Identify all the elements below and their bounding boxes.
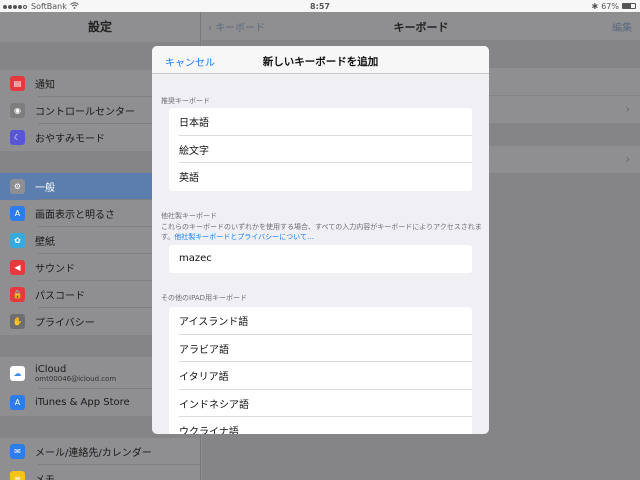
status-bar: SoftBank 8:57 ✱ 67% <box>0 0 640 12</box>
notifications-icon: ▤ <box>10 76 25 91</box>
sidebar-item-label: おやすみモード <box>35 134 105 145</box>
sidebar-item-label: iCloud <box>35 363 67 375</box>
keyboard-option[interactable]: ウクライナ語 <box>169 417 472 434</box>
status-time: 8:57 <box>310 1 330 11</box>
keyboard-option[interactable]: 英語 <box>169 163 472 191</box>
sidebar-item-label: パスコード <box>35 291 85 302</box>
sidebar-item-text: メール/連絡先/カレンダー <box>35 444 152 459</box>
sidebar-item-text: サウンド <box>35 260 75 275</box>
sidebar-item-text: コントロールセンター <box>35 103 135 118</box>
sidebar-item-label: メモ <box>35 475 55 480</box>
recommended-keyboards-list: 日本語 絵文字 英語 <box>169 108 472 191</box>
third-party-keyboards-list: mazec <box>169 245 472 273</box>
battery-percent: 67% <box>601 1 619 11</box>
moon-icon: ☾ <box>10 130 25 145</box>
sidebar-item-label: コントロールセンター <box>35 107 135 118</box>
sidebar-item-label: iTunes & App Store <box>35 397 130 408</box>
sidebar-item-text: パスコード <box>35 287 85 302</box>
brightness-icon: A <box>10 206 25 221</box>
chevron-right-icon: › <box>625 102 630 116</box>
other-section-header: その他のIPAD用キーボード <box>161 294 248 302</box>
other-keyboards-list: アイスランド語 アラビア語 イタリア語 インドネシア語 ウクライナ語 <box>169 307 472 434</box>
add-keyboard-modal: キャンセル 新しいキーボードを追加 推奨キーボード 日本語 絵文字 英語 他社製キー… <box>152 46 489 434</box>
keyboards-nav-bar: ‹ キーボード キーボード 編集 <box>202 12 640 40</box>
keyboard-option[interactable]: インドネシア語 <box>169 390 472 418</box>
battery-icon <box>622 3 636 9</box>
sidebar-item-label: 壁紙 <box>35 237 55 248</box>
gear-icon: ⚙ <box>10 179 25 194</box>
sidebar-item-label: プライバシー <box>35 318 95 329</box>
hand-icon: ✋ <box>10 314 25 329</box>
recommended-section-header: 推奨キーボード <box>161 97 210 105</box>
sidebar-item-text: プライバシー <box>35 314 95 329</box>
sidebar-item[interactable]: ≡ メモ <box>0 465 200 480</box>
third-party-description: これらのキーボードのいずれかを使用する場合、すべての入力内容がキーボードによりア… <box>161 222 483 242</box>
keyboard-option[interactable]: 絵文字 <box>169 136 472 164</box>
sidebar-item-text: 壁紙 <box>35 233 55 248</box>
sidebar-item-text: おやすみモード <box>35 130 105 145</box>
control-center-icon: ◉ <box>10 103 25 118</box>
sidebar-item-text: 一般 <box>35 179 55 194</box>
modal-nav-bar: キャンセル 新しいキーボードを追加 <box>152 46 489 74</box>
sidebar-item-text: 画面表示と明るさ <box>35 206 115 221</box>
sidebar-item-text: iCloud omt00046@icloud.com <box>35 364 116 383</box>
sound-icon: ◀ <box>10 260 25 275</box>
wallpaper-icon: ✿ <box>10 233 25 248</box>
lock-icon: 🔒 <box>10 287 25 302</box>
sidebar-item-sublabel: omt00046@icloud.com <box>35 374 117 383</box>
bluetooth-icon: ✱ <box>591 1 599 11</box>
pane-title: キーボード <box>393 21 449 34</box>
notes-icon: ≡ <box>10 471 25 480</box>
sidebar-item-text: メモ <box>35 471 55 480</box>
sidebar-item-label: 一般 <box>35 183 55 194</box>
sidebar-item-label: 画面表示と明るさ <box>35 210 115 221</box>
edit-button[interactable]: 編集 <box>612 19 632 34</box>
keyboard-option[interactable]: 日本語 <box>169 108 472 136</box>
icloud-icon: ☁ <box>10 365 25 381</box>
keyboard-option[interactable]: イタリア語 <box>169 362 472 390</box>
sidebar-item-text: 通知 <box>35 76 55 91</box>
privacy-link[interactable]: 他社製キーボードとプライバシーについて… <box>174 233 314 241</box>
sidebar-item-label: サウンド <box>35 264 75 275</box>
keyboard-option[interactable]: アイスランド語 <box>169 307 472 335</box>
modal-title: 新しいキーボードを追加 <box>262 56 379 68</box>
chevron-right-icon: › <box>625 152 630 166</box>
sidebar-item[interactable]: ✉ メール/連絡先/カレンダー <box>0 438 200 465</box>
third-party-section-header: 他社製キーボード <box>161 212 217 220</box>
sidebar-item-label: メール/連絡先/カレンダー <box>35 448 152 459</box>
sidebar-item-label: 通知 <box>35 80 55 91</box>
keyboard-option[interactable]: mazec <box>169 245 472 273</box>
keyboard-option[interactable]: アラビア語 <box>169 335 472 363</box>
sidebar-item-text: iTunes & App Store <box>35 397 130 408</box>
mail-icon: ✉ <box>10 444 25 459</box>
app-store-icon: A <box>10 395 25 410</box>
